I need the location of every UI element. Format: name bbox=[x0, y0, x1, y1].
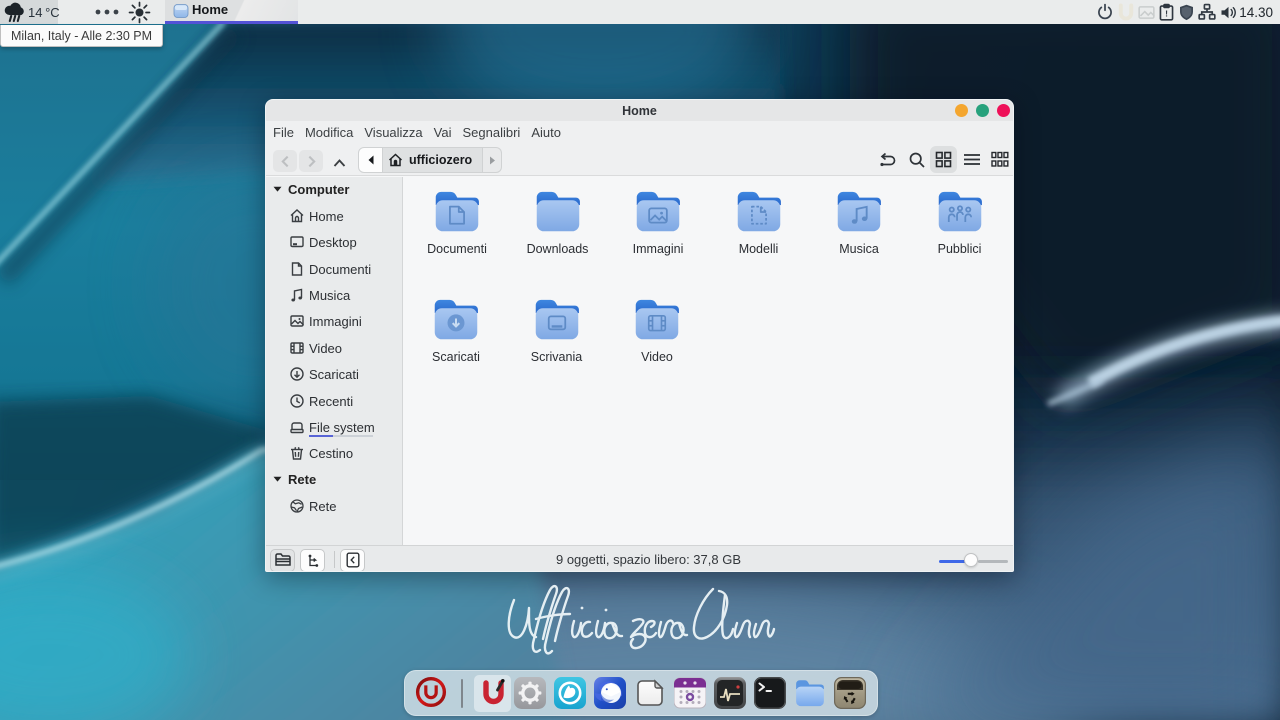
svg-text:!: ! bbox=[1165, 8, 1168, 18]
